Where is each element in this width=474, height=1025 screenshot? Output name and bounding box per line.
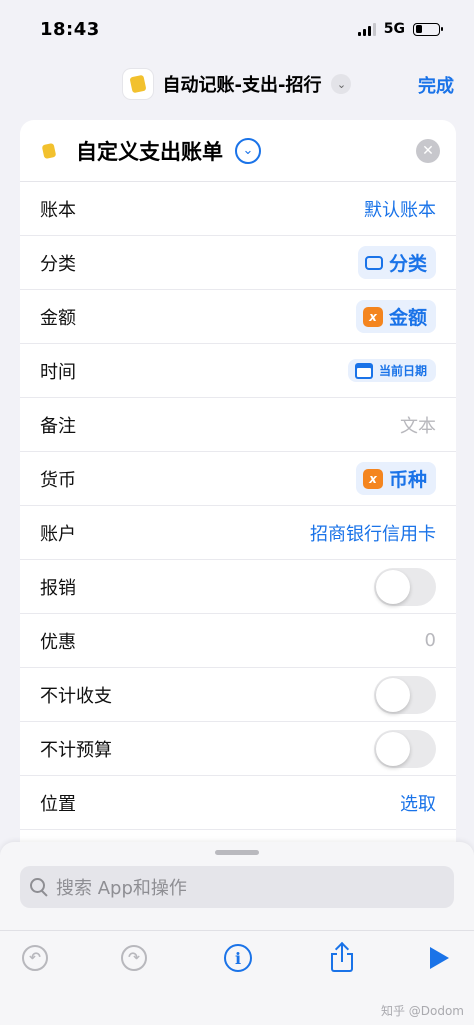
row-label: 账本 — [40, 199, 76, 221]
play-icon — [429, 947, 449, 969]
calendar-icon — [354, 362, 373, 379]
status-indicators: 5G — [357, 21, 443, 37]
wallet-icon — [36, 137, 62, 164]
action-search-sheet: 搜索 App和操作 ↶ ↷ i 知乎 @Dodom — [0, 842, 474, 1025]
wallet-icon — [122, 69, 153, 99]
row-exclude-income-expense: 不计收支 — [20, 668, 456, 722]
date-value: 当前日期 — [378, 364, 427, 378]
share-icon — [330, 943, 354, 973]
row-note[interactable]: 备注 文本 — [20, 398, 456, 452]
ledger-value[interactable]: 默认账本 — [364, 196, 436, 222]
currency-value: 币种 — [388, 469, 427, 491]
search-input[interactable]: 搜索 App和操作 — [20, 866, 454, 908]
location-value[interactable]: 选取 — [400, 790, 436, 816]
category-token[interactable]: 分类 — [357, 246, 436, 279]
nav-bar: 自动记账-支出-招行 ⌄ 完成 — [0, 58, 474, 110]
amount-value: 金额 — [388, 307, 427, 329]
signal-icon — [357, 22, 376, 36]
row-discount[interactable]: 优惠 0 — [20, 614, 456, 668]
share-button[interactable] — [327, 943, 357, 973]
action-header: 自定义支出账单 ⌄ ✕ — [20, 120, 456, 182]
undo-button[interactable]: ↶ — [20, 943, 50, 973]
sheet-grabber[interactable] — [215, 850, 259, 855]
exclude-income-expense-toggle[interactable] — [374, 675, 436, 714]
action-card: 自定义支出账单 ⌄ ✕ 账本 默认账本 分类 分类 金额 x 金额 时间 当前日… — [20, 120, 456, 880]
row-time[interactable]: 时间 当前日期 — [20, 344, 456, 398]
note-field[interactable]: 文本 — [400, 412, 436, 438]
network-type: 5G — [383, 21, 405, 37]
chevron-down-icon: ⌄ — [331, 74, 352, 94]
date-token[interactable]: 当前日期 — [347, 359, 436, 382]
row-currency[interactable]: 货币 x 币种 — [20, 452, 456, 506]
row-amount[interactable]: 金额 x 金额 — [20, 290, 456, 344]
variable-icon: x — [362, 306, 383, 327]
row-label: 位置 — [40, 793, 76, 815]
row-category[interactable]: 分类 分类 — [20, 236, 456, 290]
row-label: 优惠 — [40, 631, 76, 653]
row-label: 不计预算 — [40, 739, 112, 761]
row-exclude-budget: 不计预算 — [20, 722, 456, 776]
row-label: 货币 — [40, 469, 76, 491]
run-button[interactable] — [424, 943, 454, 973]
row-label: 金额 — [40, 307, 76, 329]
amount-token[interactable]: x 金额 — [355, 300, 436, 333]
reimburse-toggle[interactable] — [374, 567, 436, 606]
info-button[interactable]: i — [223, 943, 253, 973]
row-account[interactable]: 账户 招商银行信用卡 — [20, 506, 456, 560]
watermark: 知乎 @Dodom — [380, 1004, 464, 1018]
action-title: 自定义支出账单 — [76, 139, 223, 164]
row-label: 账户 — [40, 523, 76, 545]
search-placeholder: 搜索 App和操作 — [56, 878, 187, 899]
variable-icon: x — [362, 468, 383, 489]
row-reimburse: 报销 — [20, 560, 456, 614]
done-button[interactable]: 完成 — [418, 72, 454, 98]
row-label: 报销 — [40, 577, 76, 599]
status-time: 18:43 — [40, 18, 100, 40]
shortcut-title: 自动记账-支出-招行 — [162, 75, 322, 96]
redo-button[interactable]: ↷ — [119, 943, 149, 973]
category-value: 分类 — [388, 253, 427, 275]
text-bubble-icon — [364, 255, 383, 270]
row-location[interactable]: 位置 选取 — [20, 776, 456, 830]
shortcut-title-button[interactable]: 自动记账-支出-招行 ⌄ — [122, 69, 352, 99]
discount-field[interactable]: 0 — [425, 630, 436, 651]
row-label: 不计收支 — [40, 685, 112, 707]
info-icon: i — [224, 944, 252, 972]
row-ledger[interactable]: 账本 默认账本 — [20, 182, 456, 236]
row-label: 备注 — [40, 415, 76, 437]
row-label: 分类 — [40, 253, 76, 275]
close-icon[interactable]: ✕ — [416, 139, 440, 163]
row-label: 时间 — [40, 361, 76, 383]
status-bar: 18:43 5G — [0, 0, 474, 58]
exclude-budget-toggle[interactable] — [374, 729, 436, 768]
currency-token[interactable]: x 币种 — [355, 462, 436, 495]
editor-toolbar: ↶ ↷ i — [0, 930, 474, 986]
expand-chevron-icon[interactable]: ⌄ — [235, 137, 261, 164]
account-value[interactable]: 招商银行信用卡 — [310, 520, 436, 546]
undo-icon: ↶ — [22, 945, 48, 971]
battery-icon — [413, 22, 443, 36]
search-icon — [30, 878, 48, 896]
redo-icon: ↷ — [121, 945, 147, 971]
